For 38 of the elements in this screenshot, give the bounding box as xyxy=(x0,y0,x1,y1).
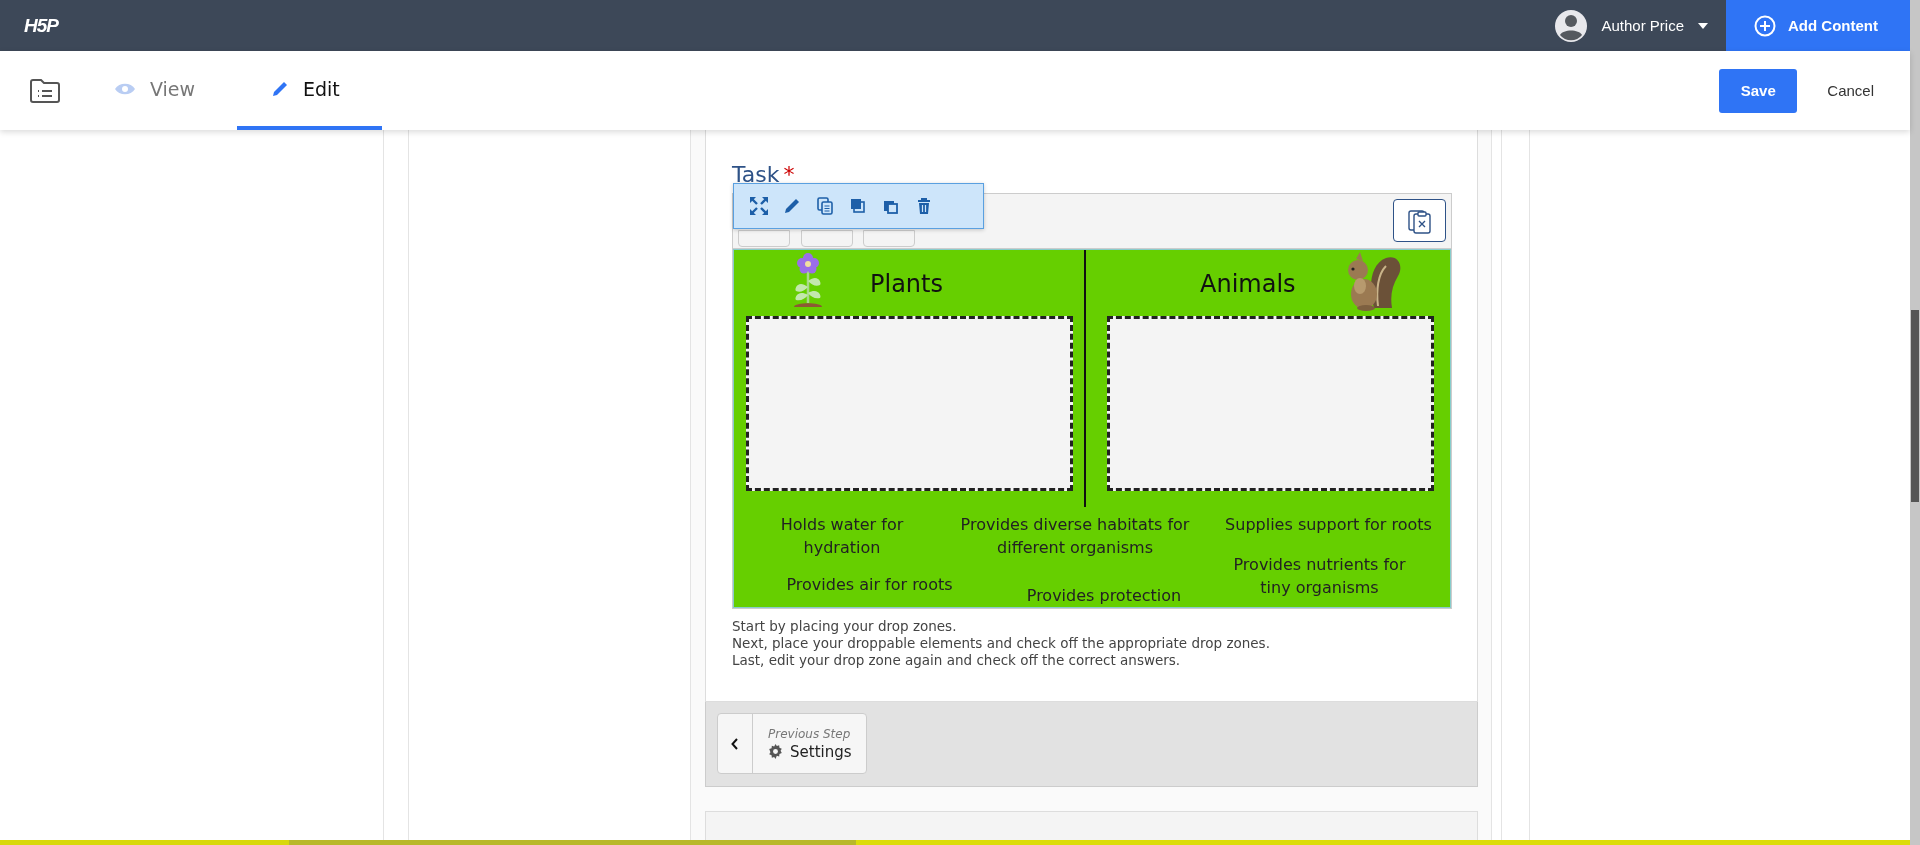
draggable-text[interactable]: Provides air for roots xyxy=(762,573,977,596)
add-content-button[interactable]: Add Content xyxy=(1726,0,1910,51)
draggable-text[interactable]: Holds water for hydration xyxy=(757,513,927,559)
user-name[interactable]: Author Price xyxy=(1601,17,1684,34)
flower-drawing xyxy=(792,253,824,307)
tab[interactable]: View xyxy=(114,51,237,130)
bring-front-icon[interactable] xyxy=(848,196,868,216)
paste-button[interactable] xyxy=(1393,199,1446,242)
field-label: Task xyxy=(732,162,780,187)
pencil-icon[interactable] xyxy=(782,196,802,216)
draggable-text[interactable]: Provides protection xyxy=(1004,584,1204,607)
drop-zone[interactable] xyxy=(746,316,1073,491)
save-button[interactable]: Save xyxy=(1719,68,1798,113)
instruction-text: Next, place your droppable elements and check off the appropriate drop zones. xyxy=(732,635,1271,652)
eye-icon xyxy=(114,81,136,96)
chevron-left-icon xyxy=(731,737,739,750)
draggable-text[interactable]: Provides diverse habitats for different organisms xyxy=(959,513,1191,559)
caret-icon[interactable] xyxy=(1698,22,1708,29)
draggable-text[interactable]: Provides nutrients for tiny organisms xyxy=(1217,553,1422,599)
draggable-text[interactable]: Supplies support for roots xyxy=(1196,513,1450,536)
instruction-text: Start by placing your drop zones. xyxy=(732,618,958,635)
tab[interactable]: Edit xyxy=(237,51,382,130)
plus-circle-icon xyxy=(1754,14,1776,37)
gear-icon xyxy=(768,744,783,759)
scrollbar-thumb[interactable] xyxy=(1911,310,1919,502)
expand-icon[interactable] xyxy=(749,196,769,216)
required-mark: * xyxy=(783,162,795,187)
avatar-icon xyxy=(1555,9,1588,42)
previous-step-button[interactable]: Previous Step Settings xyxy=(717,713,867,774)
pencil-icon xyxy=(271,79,289,98)
drop-zone[interactable] xyxy=(1107,316,1434,491)
logo: H5P xyxy=(24,14,58,37)
zone-title: Animals xyxy=(1200,270,1296,298)
folder-list-icon[interactable] xyxy=(29,77,61,104)
zone-title: Plants xyxy=(870,270,943,298)
instruction-text: Last, edit your drop zone again and check off the correct answers. xyxy=(732,652,1182,669)
copy-icon[interactable] xyxy=(815,196,835,216)
cancel-link[interactable]: Cancel xyxy=(1827,82,1874,99)
